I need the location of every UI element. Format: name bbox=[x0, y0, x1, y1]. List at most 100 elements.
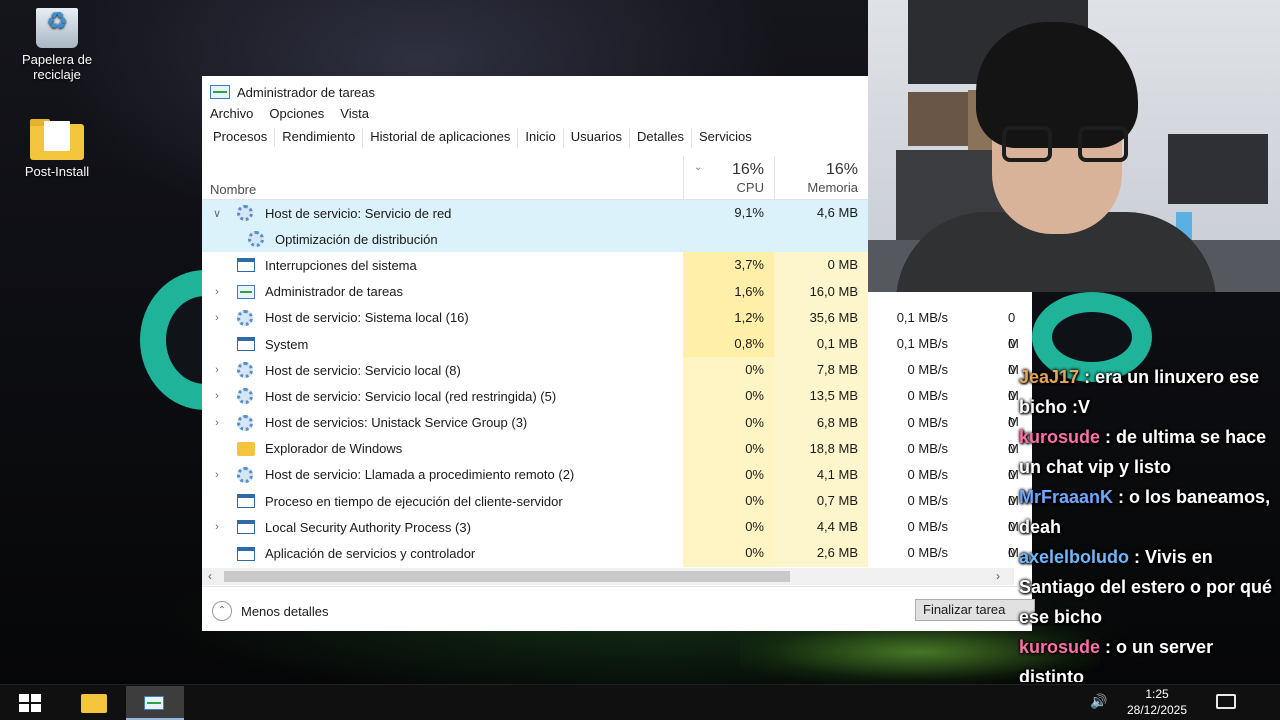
process-mem: 13,5 MB bbox=[774, 383, 868, 410]
chat-message: JeaJ17 : era un linuxero ese bicho :V bbox=[1019, 367, 1260, 417]
chat-message: axelelboludo : Vivis en Santiago del est… bbox=[1019, 547, 1273, 627]
process-disk: 0,1 MB/s bbox=[896, 309, 948, 325]
menu-archivo[interactable]: Archivo bbox=[210, 106, 253, 121]
windows-logo-icon bbox=[19, 694, 41, 712]
process-disk: 0 MB/s bbox=[907, 466, 948, 482]
tab-historial[interactable]: Historial de aplicaciones bbox=[363, 128, 519, 148]
folder-icon bbox=[30, 119, 84, 160]
gear-icon bbox=[237, 466, 253, 483]
process-cpu: 1,2% bbox=[683, 304, 774, 331]
recycle-bin-icon bbox=[36, 8, 78, 48]
tab-servicios[interactable]: Servicios bbox=[692, 128, 759, 148]
window-icon bbox=[237, 337, 255, 352]
less-details-button[interactable]: ⌃ Menos detalles bbox=[212, 601, 328, 621]
menu-vista[interactable]: Vista bbox=[340, 106, 369, 121]
less-details-label: Menos detalles bbox=[241, 603, 329, 619]
process-name: Host de servicio: Servicio de red bbox=[265, 205, 452, 221]
scroll-right-icon[interactable]: › bbox=[996, 568, 1000, 585]
chevron-right-icon[interactable]: › bbox=[210, 417, 224, 429]
start-button[interactable] bbox=[0, 685, 60, 720]
taskbar-file-explorer[interactable] bbox=[64, 685, 122, 720]
title-bar[interactable]: Administrador de tareas bbox=[210, 83, 375, 101]
scrollbar-thumb[interactable] bbox=[224, 571, 790, 582]
menu-bar: Archivo Opciones Vista bbox=[210, 106, 369, 121]
process-cpu: 0% bbox=[683, 357, 774, 384]
process-row[interactable]: › Host de servicios: Unistack Service Gro… bbox=[202, 409, 1032, 456]
gear-icon bbox=[237, 309, 253, 326]
process-cpu: 0,8% bbox=[683, 330, 774, 358]
chevron-right-icon[interactable]: › bbox=[210, 521, 224, 533]
chat-username: MrFraaanK bbox=[1019, 487, 1114, 507]
process-row[interactable]: System 0,8% 0,1 MB 0,1 MB/s 0 M bbox=[202, 330, 1032, 377]
process-name: Host de servicio: Llamada a procedimient… bbox=[265, 467, 575, 483]
taskmgr-icon bbox=[144, 696, 164, 710]
window-icon bbox=[237, 546, 255, 561]
process-name: Host de servicio: Sistema local (16) bbox=[265, 310, 469, 326]
process-row[interactable]: › Host de servicio: Servicio local (red r… bbox=[202, 383, 1032, 429]
process-row[interactable]: Proceso en tiempo de ejecución del clien… bbox=[202, 488, 1032, 534]
process-net: 0 M bbox=[1008, 335, 1019, 377]
chevron-right-icon[interactable]: › bbox=[210, 286, 224, 298]
process-row[interactable]: › Host de servicio: Servicio local (8) 0% 7… bbox=[202, 357, 1032, 403]
notifications-icon[interactable] bbox=[1216, 694, 1236, 709]
tab-detalles[interactable]: Detalles bbox=[630, 128, 693, 148]
process-row[interactable]: › Host de servicio: Llamada a procedimien… bbox=[202, 461, 1032, 508]
chevron-right-icon[interactable]: › bbox=[210, 390, 224, 402]
tab-usuarios[interactable]: Usuarios bbox=[564, 128, 631, 148]
process-cpu: 0% bbox=[683, 383, 774, 410]
process-name: Local Security Authority Process (3) bbox=[265, 519, 471, 535]
process-row[interactable]: › Local Security Authority Process (3) 0% 4… bbox=[202, 514, 1032, 560]
process-row[interactable]: Explorador de Windows 0% 18,8 MB 0 MB/s 0 M bbox=[202, 435, 1032, 482]
gear-icon bbox=[248, 231, 264, 248]
process-name: Administrador de tareas bbox=[265, 284, 404, 300]
scroll-left-icon[interactable]: ‹ bbox=[208, 568, 212, 585]
desktop-icon-recycle-bin[interactable]: Papelera de reciclaje bbox=[12, 8, 102, 82]
desktop-icon-post-install[interactable]: Post-Install bbox=[12, 118, 102, 179]
process-cpu bbox=[683, 226, 774, 252]
chevron-right-icon[interactable]: › bbox=[210, 469, 224, 481]
column-name[interactable]: Nombre bbox=[210, 182, 256, 197]
chevron-right-icon[interactable]: › bbox=[210, 364, 224, 376]
menu-opciones[interactable]: Opciones bbox=[269, 106, 324, 121]
process-disk: 0 MB/s bbox=[907, 414, 948, 430]
taskmgr-icon bbox=[210, 85, 230, 99]
clock[interactable]: 1:25 28/12/2025 bbox=[1116, 686, 1198, 718]
process-name: Host de servicios: Unistack Service Grou… bbox=[265, 415, 528, 431]
chevron-down-icon[interactable]: ∨ bbox=[210, 207, 224, 220]
taskmgr-icon bbox=[237, 284, 255, 299]
clock-date: 28/12/2025 bbox=[1126, 703, 1188, 717]
tab-rendimiento[interactable]: Rendimiento bbox=[275, 128, 364, 148]
process-mem: 6,8 MB bbox=[774, 409, 868, 436]
taskbar: 🔊 1:25 28/12/2025 bbox=[0, 684, 1280, 720]
cpu-label: CPU bbox=[736, 180, 764, 195]
horizontal-scrollbar[interactable]: ‹ › bbox=[202, 568, 1014, 585]
tab-procesos[interactable]: Procesos bbox=[206, 128, 276, 148]
process-mem: 0 MB bbox=[774, 252, 868, 279]
process-row[interactable]: › Host de servicio: Sistema local (16) 1,2… bbox=[202, 304, 1032, 351]
process-name: Host de servicio: Servicio local (red re… bbox=[265, 388, 557, 404]
process-name: Optimización de distribución bbox=[275, 231, 438, 247]
volume-icon[interactable]: 🔊 bbox=[1090, 693, 1107, 710]
process-name: Aplicación de servicios y controlador bbox=[265, 546, 476, 562]
tab-inicio[interactable]: Inicio bbox=[518, 128, 564, 148]
process-name: System bbox=[265, 336, 309, 352]
column-cpu[interactable]: 16% CPU bbox=[683, 156, 774, 200]
gear-icon bbox=[237, 205, 253, 222]
process-mem: 2,6 MB bbox=[774, 540, 868, 567]
process-mem: 35,6 MB bbox=[774, 304, 868, 331]
chat-message: MrFraaanK : o los baneamos, deah bbox=[1019, 487, 1271, 537]
column-memory[interactable]: 16% Memoria bbox=[774, 156, 868, 200]
process-name: Explorador de Windows bbox=[265, 441, 403, 457]
chevron-right-icon[interactable]: › bbox=[210, 312, 224, 324]
tab-bar: Procesos Rendimiento Historial de aplica… bbox=[206, 128, 759, 148]
process-cpu: 0% bbox=[683, 540, 774, 567]
chat-username: axelelboludo bbox=[1019, 547, 1130, 567]
process-mem bbox=[774, 226, 868, 252]
taskbar-task-manager[interactable] bbox=[126, 686, 184, 720]
cpu-total: 16% bbox=[731, 161, 764, 178]
process-mem: 18,8 MB bbox=[774, 435, 868, 462]
process-row[interactable]: Aplicación de servicios y controlador 0% 2… bbox=[202, 540, 1032, 567]
process-cpu: 0% bbox=[683, 409, 774, 436]
chat-username: JeaJ17 bbox=[1019, 367, 1080, 387]
process-disk: 0 MB/s bbox=[907, 362, 948, 378]
